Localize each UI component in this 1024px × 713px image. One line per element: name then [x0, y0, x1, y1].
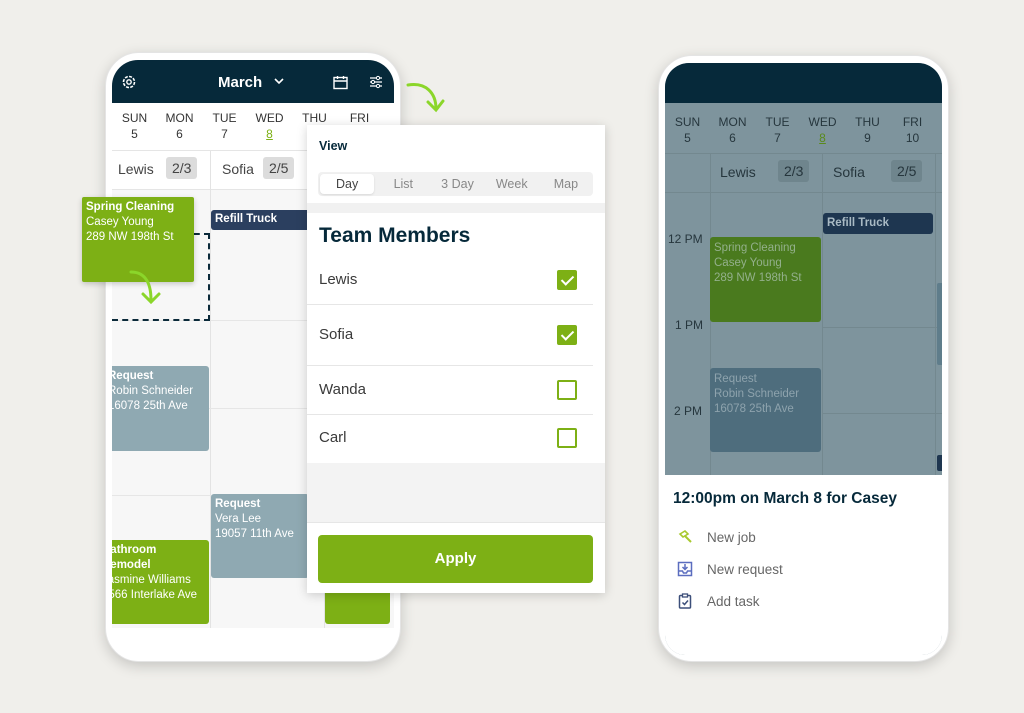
right-phone-screen: SUN 5 MON 6 TUE 7 WED 8 THU 9 FRI 10 Lewis 2/3…	[665, 63, 942, 655]
member-count-badge: 2/5	[891, 160, 923, 182]
gear-icon[interactable]	[121, 74, 137, 90]
action-label: New job	[707, 529, 756, 545]
day-tue[interactable]: TUE 7	[202, 110, 247, 150]
event-bathroom-remodel[interactable]: BathroomRemodelJasmine Williams1566 Inte…	[112, 540, 209, 624]
event-request-vera[interactable]: Request Vera Lee 19057 11th Ave	[211, 494, 309, 578]
time-label: 2 PM	[674, 404, 703, 418]
event-request-robin[interactable]: Request Robin Schneider 16078 25th Ave	[112, 366, 209, 451]
checkbox-sofia[interactable]	[557, 325, 577, 345]
month-title[interactable]: March	[218, 74, 262, 91]
sheet-title: 12:00pm on March 8 for Casey	[673, 490, 897, 507]
add-task-action[interactable]: Add task	[677, 593, 760, 609]
day-thu[interactable]: THU 9	[845, 114, 890, 153]
calendar-header	[665, 63, 942, 103]
member-count-badge: 2/3	[166, 157, 198, 179]
member-name: Lewis	[720, 164, 756, 180]
clipboard-check-icon	[678, 593, 692, 609]
member-row-wanda[interactable]: Wanda	[307, 366, 593, 415]
action-label: Add task	[707, 593, 760, 609]
member-row-sofia[interactable]: Sofia	[307, 305, 593, 366]
view-filter-popup: View Day List 3 Day Week Map Team Member…	[307, 125, 605, 593]
inbox-download-icon	[677, 561, 693, 577]
member-count-badge: 2/3	[778, 160, 810, 182]
tab-list[interactable]: List	[376, 172, 430, 196]
arrow-curve-icon	[406, 83, 445, 113]
day-wed[interactable]: WED 8	[247, 110, 292, 150]
member-name: Sofia	[222, 161, 254, 177]
event-spring-cleaning[interactable]: Spring Cleaning Casey Young 289 NW 198th S…	[710, 237, 821, 322]
day-wed[interactable]: WED 8	[800, 114, 845, 153]
event-refill-truck[interactable]: Refill Truck	[823, 213, 933, 234]
hammer-icon	[678, 529, 692, 543]
checkbox-lewis[interactable]	[557, 270, 577, 290]
member-name: Lewis	[118, 161, 154, 177]
member-label: Wanda	[319, 381, 366, 398]
day-mon[interactable]: MON 6	[157, 110, 202, 150]
week-days-row: SUN 5 MON 6 TUE 7 WED 8 THU 9 FRI 10	[665, 103, 942, 153]
time-label: 12 PM	[668, 232, 703, 246]
calendar-icon[interactable]	[333, 75, 348, 90]
action-label: New request	[707, 561, 783, 577]
event-request-robin[interactable]: Request Robin Schneider 16078 25th Ave	[710, 368, 821, 452]
member-label: Lewis	[319, 271, 358, 288]
view-tabs: Day List 3 Day Week Map	[318, 172, 593, 196]
view-label: View	[319, 139, 348, 153]
arrow-down-icon	[129, 270, 161, 305]
day-sun[interactable]: SUN 5	[112, 110, 157, 150]
day-tue[interactable]: TUE 7	[755, 114, 800, 153]
day-mon[interactable]: MON 6	[710, 114, 755, 153]
member-label: Carl	[319, 429, 347, 446]
bottom-sheet: 12:00pm on March 8 for Casey New job New…	[665, 475, 942, 655]
members-row: Lewis 2/3 Sofia 2/5	[665, 153, 942, 193]
tab-day[interactable]: Day	[320, 174, 375, 194]
new-job-action[interactable]: New job	[677, 529, 756, 545]
member-count-badge: 2/5	[263, 157, 295, 179]
member-label: Sofia	[319, 326, 354, 343]
member-name: Sofia	[833, 164, 865, 180]
day-fri[interactable]: FRI 10	[890, 114, 935, 153]
calendar-header: March	[112, 60, 394, 103]
member-row-lewis[interactable]: Lewis	[307, 255, 593, 305]
tab-3-day[interactable]: 3 Day	[430, 172, 484, 196]
tab-map[interactable]: Map	[539, 172, 593, 196]
checkbox-carl[interactable]	[557, 428, 577, 448]
day-sun[interactable]: SUN 5	[665, 114, 710, 153]
tab-week[interactable]: Week	[485, 172, 539, 196]
sliders-icon[interactable]	[369, 75, 383, 89]
team-members-title: Team Members	[319, 224, 471, 247]
time-label: 1 PM	[675, 318, 704, 332]
chevron-down-icon[interactable]	[274, 78, 284, 85]
apply-button[interactable]: Apply	[318, 535, 593, 583]
new-request-action[interactable]: New request	[677, 561, 783, 577]
checkbox-wanda[interactable]	[557, 380, 577, 400]
event-green-block[interactable]	[325, 590, 390, 624]
member-row-carl[interactable]: Carl	[307, 415, 593, 463]
event-refill-truck[interactable]: Refill Truck	[211, 210, 311, 230]
